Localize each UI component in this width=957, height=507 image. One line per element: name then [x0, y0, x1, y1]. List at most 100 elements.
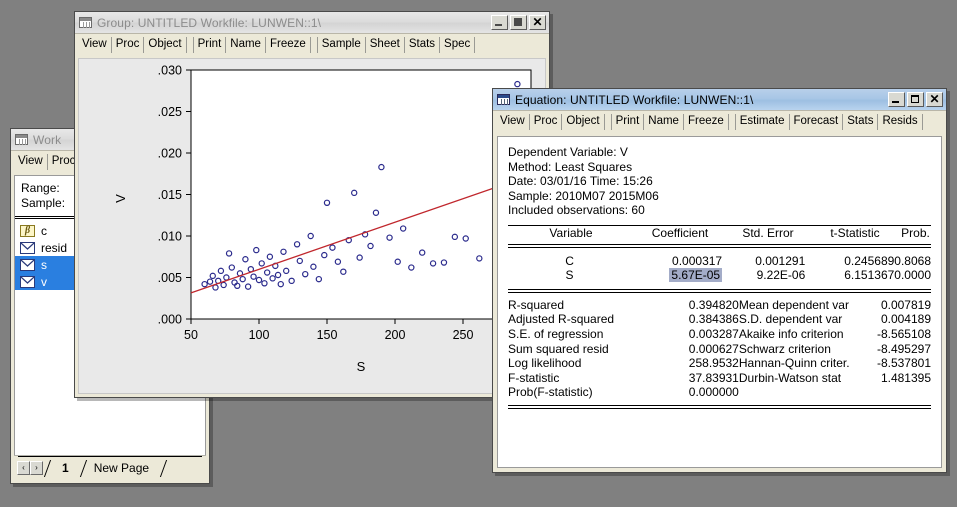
- minimize-button[interactable]: [491, 15, 508, 30]
- column-header-coefficient: Coefficient: [651, 225, 709, 240]
- cell-coefficient: 0.000317: [672, 253, 723, 268]
- page-nav-buttons[interactable]: ‹ ›: [17, 461, 43, 475]
- equation-menu-forecast[interactable]: Forecast: [790, 114, 844, 130]
- maximize-button[interactable]: [907, 92, 924, 107]
- series-icon: [20, 241, 35, 254]
- table-row: Log likelihood 258.9532 Hannan-Quinn cri…: [508, 356, 931, 371]
- page-tab-new[interactable]: New Page: [88, 459, 168, 477]
- y-axis-label: V: [113, 194, 128, 203]
- workfile-page-tabs[interactable]: ‹ › 1 New Page: [14, 455, 206, 480]
- group-menubar[interactable]: View Proc Object Print Name Freeze Sampl…: [75, 34, 549, 56]
- close-button[interactable]: ✕: [529, 15, 546, 30]
- stat-value: -8.495297: [876, 341, 931, 356]
- group-body: .000 .005 .010 .015 .020 .025 .030 50 100 150 200…: [78, 58, 546, 394]
- table-row[interactable]: S 5.67E-05 9.22E-06 6.151367 0.0000: [508, 268, 931, 283]
- stats-top-rule: [508, 288, 931, 293]
- x-tick-label: 100: [249, 328, 270, 342]
- series-icon: [20, 275, 35, 288]
- object-name: c: [41, 223, 47, 238]
- x-tick-label: 200: [385, 328, 406, 342]
- equation-menu-stats[interactable]: Stats: [843, 114, 879, 130]
- y-tick-label: .005: [158, 271, 182, 285]
- coefficient-beta-icon: β: [20, 224, 35, 237]
- stat-value: 0.007819: [880, 297, 931, 312]
- stat-value: -8.565108: [876, 326, 931, 341]
- group-menu-sheet[interactable]: Sheet: [366, 37, 405, 53]
- group-menu-proc[interactable]: Proc: [112, 37, 145, 53]
- x-tick-label: 150: [317, 328, 338, 342]
- page-tab-topline: [18, 456, 202, 457]
- y-tick-label: .010: [158, 230, 182, 244]
- method-line: Method: Least Squares: [508, 159, 633, 174]
- equation-header-block: Dependent Variable: V Method: Least Squa…: [508, 145, 931, 218]
- table-row[interactable]: C 0.000317 0.001291 0.245689 0.8068: [508, 254, 931, 269]
- equation-menu-estimate[interactable]: Estimate: [734, 114, 790, 130]
- stats-bottom-rule: [508, 404, 931, 409]
- stat-label: Akaike info criterion: [738, 326, 844, 341]
- selected-value: 5.67E-05: [669, 268, 723, 283]
- cell-std-error: 9.22E-06: [756, 268, 806, 283]
- stat-value: 37.83931: [688, 370, 739, 385]
- cell-prob: 0.0000: [894, 268, 931, 283]
- stat-label: Prob(F-statistic): [508, 385, 593, 400]
- table-row: Adjusted R-squared 0.384386 S.D. depende…: [508, 312, 931, 327]
- group-menu-sample[interactable]: Sample: [316, 37, 366, 53]
- equation-output: Dependent Variable: V Method: Least Squa…: [498, 137, 941, 409]
- group-title: Group: UNTITLED Workfile: LUNWEN::1\: [97, 15, 322, 30]
- y-tick-label: .025: [158, 105, 182, 119]
- stat-label: Log likelihood: [508, 356, 582, 371]
- maximize-button[interactable]: [510, 15, 527, 30]
- equation-menu-resids[interactable]: Resids: [878, 114, 923, 130]
- y-tick-label: .015: [158, 188, 182, 202]
- equation-menu-view[interactable]: View: [496, 114, 530, 130]
- equation-menubar[interactable]: View Proc Object Print Name Freeze Estim…: [493, 111, 946, 133]
- equation-window[interactable]: Equation: UNTITLED Workfile: LUNWEN::1\ …: [492, 88, 947, 473]
- stat-label: Sum squared resid: [508, 341, 609, 356]
- equation-window-buttons[interactable]: ✕: [888, 92, 944, 107]
- group-menu-name[interactable]: Name: [226, 37, 266, 53]
- group-window-buttons[interactable]: ✕: [491, 15, 547, 30]
- page-next-button[interactable]: ›: [30, 461, 43, 475]
- series-icon: [20, 258, 35, 271]
- workfile-menu-view[interactable]: View: [14, 154, 48, 170]
- workfile-icon: [15, 134, 28, 145]
- stat-label: Durbin-Watson stat: [738, 370, 842, 385]
- minimize-button[interactable]: [888, 92, 905, 107]
- stat-value: 258.9532: [688, 356, 739, 371]
- stat-value: 0.384386: [688, 312, 739, 327]
- group-menu-stats[interactable]: Stats: [405, 37, 441, 53]
- group-menu-spec[interactable]: Spec: [440, 37, 476, 53]
- object-name: v: [41, 274, 47, 289]
- group-window[interactable]: Group: UNTITLED Workfile: LUNWEN::1\ ✕ V…: [74, 11, 550, 398]
- group-titlebar[interactable]: Group: UNTITLED Workfile: LUNWEN::1\ ✕: [75, 12, 549, 34]
- stat-value: 0.394820: [688, 297, 739, 312]
- group-menu-freeze[interactable]: Freeze: [266, 37, 311, 53]
- close-button[interactable]: ✕: [926, 92, 943, 107]
- stat-label: Hannan-Quinn criter.: [738, 356, 850, 371]
- equation-menu-proc[interactable]: Proc: [530, 114, 563, 130]
- equation-titlebar[interactable]: Equation: UNTITLED Workfile: LUNWEN::1\ …: [493, 89, 946, 111]
- column-header-t-statistic: t-Statistic: [830, 225, 880, 240]
- equation-menu-name[interactable]: Name: [644, 114, 684, 130]
- group-menu-view[interactable]: View: [78, 37, 112, 53]
- equation-menu-freeze[interactable]: Freeze: [684, 114, 729, 130]
- page-tab-current[interactable]: 1: [43, 459, 87, 477]
- equation-body: Dependent Variable: V Method: Least Squa…: [497, 136, 942, 468]
- page-prev-button[interactable]: ‹: [17, 461, 30, 475]
- object-name: resid: [41, 240, 68, 255]
- group-object-icon: [79, 17, 92, 28]
- cell-variable: S: [565, 268, 574, 283]
- group-menu-print[interactable]: Print: [192, 37, 227, 53]
- table-row: F-statistic 37.83931 Durbin-Watson stat …: [508, 371, 931, 386]
- table-row: Sum squared resid 0.000627 Schwarz crite…: [508, 342, 931, 357]
- coefficient-table: Variable Coefficient Std. Error t-Statis…: [508, 226, 931, 241]
- table-row: R-squared 0.394820 Mean dependent var 0.…: [508, 298, 931, 313]
- x-axis-label: S: [357, 359, 366, 374]
- cell-coefficient-selected[interactable]: 5.67E-05: [631, 268, 723, 283]
- scatter-plot: .000 .005 .010 .015 .020 .025 .030 50 100 150 200…: [79, 59, 545, 391]
- equation-menu-print[interactable]: Print: [610, 114, 645, 130]
- y-tick-label: .020: [158, 147, 182, 161]
- stat-value: 0.000627: [688, 341, 739, 356]
- group-menu-object[interactable]: Object: [144, 37, 187, 53]
- equation-menu-object[interactable]: Object: [562, 114, 605, 130]
